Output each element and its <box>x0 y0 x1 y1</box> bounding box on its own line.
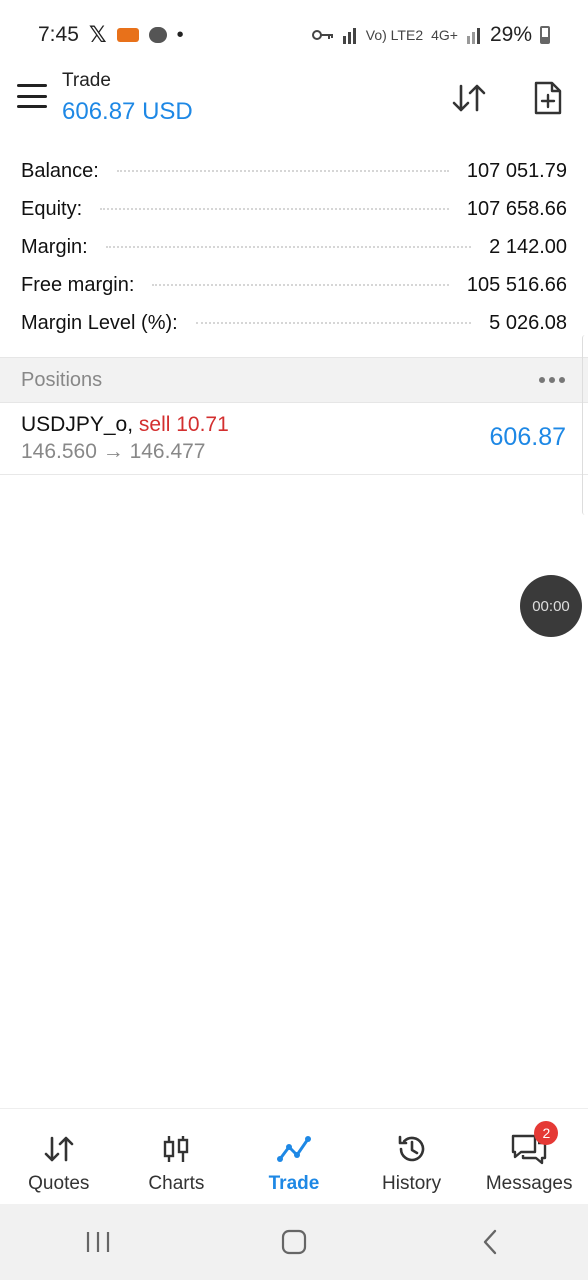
position-row[interactable]: USDJPY_o, sell 10.71 146.560 → 146.477 6… <box>0 403 588 475</box>
dotted-leader <box>100 208 449 210</box>
new-order-button[interactable] <box>528 78 568 118</box>
signal-2-icon <box>466 28 480 44</box>
recent-apps-icon <box>86 1232 110 1252</box>
margin-row: Margin: 2 142.00 <box>0 228 588 266</box>
margin-level-label: Margin Level (%): <box>21 311 178 334</box>
signal-1-icon <box>342 28 356 44</box>
position-symbol: USDJPY_o, <box>21 413 134 436</box>
nav-quotes[interactable]: Quotes <box>0 1109 118 1204</box>
video-notification-icon <box>116 28 139 42</box>
account-summary: Balance: 107 051.79 Equity: 107 658.66 M… <box>0 152 588 342</box>
system-navigation <box>0 1204 588 1280</box>
history-icon <box>396 1133 428 1165</box>
chat-notification-icon <box>148 27 167 43</box>
position-prices: 146.560 → 146.477 <box>21 440 206 463</box>
nav-messages[interactable]: Messages 2 <box>470 1109 588 1204</box>
position-side: sell 10.71 <box>138 413 229 436</box>
more-dot-icon <box>549 377 555 383</box>
dotted-leader <box>116 170 449 172</box>
menu-button[interactable] <box>17 84 47 108</box>
back-button[interactable] <box>460 1222 520 1262</box>
page-title: Trade <box>62 70 111 91</box>
dotted-leader <box>195 322 472 324</box>
balance-row: Balance: 107 051.79 <box>0 152 588 190</box>
recent-apps-button[interactable] <box>68 1222 128 1262</box>
nav-charts[interactable]: Charts <box>118 1109 236 1204</box>
nav-charts-label: Charts <box>148 1173 205 1194</box>
margin-level-value: 5 026.08 <box>489 311 567 334</box>
nav-quotes-label: Quotes <box>28 1173 90 1194</box>
nav-messages-label: Messages <box>485 1173 573 1194</box>
equity-row: Equity: 107 658.66 <box>0 190 588 228</box>
more-dot-icon <box>559 377 565 383</box>
margin-label: Margin: <box>21 235 88 258</box>
nav-trade[interactable]: Trade <box>235 1109 353 1204</box>
sort-button[interactable] <box>449 78 489 118</box>
network-4g-label: 4G+ <box>431 27 458 43</box>
network-volte-label: Vo) LTE2 <box>365 27 424 43</box>
dotted-leader <box>152 284 449 286</box>
menu-line-icon <box>17 105 47 108</box>
total-profit: 606.87 USD <box>62 98 193 125</box>
positions-title: Positions <box>21 368 103 391</box>
back-icon <box>483 1229 497 1255</box>
balance-label: Balance: <box>21 159 99 182</box>
messages-badge: 2 <box>534 1121 559 1145</box>
positions-more-button[interactable] <box>539 377 567 383</box>
nav-history[interactable]: History <box>353 1109 471 1204</box>
margin-value: 2 142.00 <box>489 235 567 258</box>
charts-icon <box>161 1133 191 1165</box>
status-bar: 7:45 𝕏 • Vo) LTE2 4G+ 29% <box>0 0 588 70</box>
position-profit: 606.87 <box>489 423 566 451</box>
app-bar: Trade 606.87 USD <box>0 70 588 134</box>
position-title: USDJPY_o, sell 10.71 <box>21 413 229 437</box>
equity-label: Equity: <box>21 197 83 220</box>
free-margin-value: 105 516.66 <box>466 273 567 296</box>
quotes-icon <box>44 1133 74 1165</box>
new-document-icon <box>534 81 562 115</box>
scrollbar[interactable] <box>582 335 588 515</box>
bottom-navigation: Quotes Charts Trade History Messages 2 <box>0 1108 588 1204</box>
status-left: 7:45 𝕏 • <box>38 22 184 48</box>
trade-icon <box>276 1133 311 1165</box>
free-margin-label: Free margin: <box>21 273 135 296</box>
nav-trade-label: Trade <box>268 1173 320 1194</box>
status-time: 7:45 <box>38 23 79 46</box>
recording-timer[interactable]: 00:00 <box>520 575 582 637</box>
home-button[interactable] <box>264 1222 324 1262</box>
more-notifications-dot-icon: • <box>176 23 184 46</box>
balance-value: 107 051.79 <box>466 159 567 182</box>
menu-line-icon <box>17 84 47 87</box>
margin-level-row: Margin Level (%): 5 026.08 <box>0 304 588 342</box>
status-right: Vo) LTE2 4G+ 29% <box>311 23 550 47</box>
battery-percent: 29% <box>489 23 532 46</box>
positions-header: Positions <box>0 357 588 403</box>
vpn-key-icon <box>311 30 333 40</box>
x-app-icon: 𝕏 <box>88 22 107 47</box>
battery-icon <box>540 26 550 44</box>
nav-history-label: History <box>382 1173 442 1194</box>
equity-value: 107 658.66 <box>466 197 567 220</box>
more-dot-icon <box>539 377 545 383</box>
free-margin-row: Free margin: 105 516.66 <box>0 266 588 304</box>
home-icon <box>281 1229 307 1255</box>
dotted-leader <box>105 246 472 248</box>
sort-icon <box>452 84 486 112</box>
menu-line-icon <box>17 94 47 98</box>
